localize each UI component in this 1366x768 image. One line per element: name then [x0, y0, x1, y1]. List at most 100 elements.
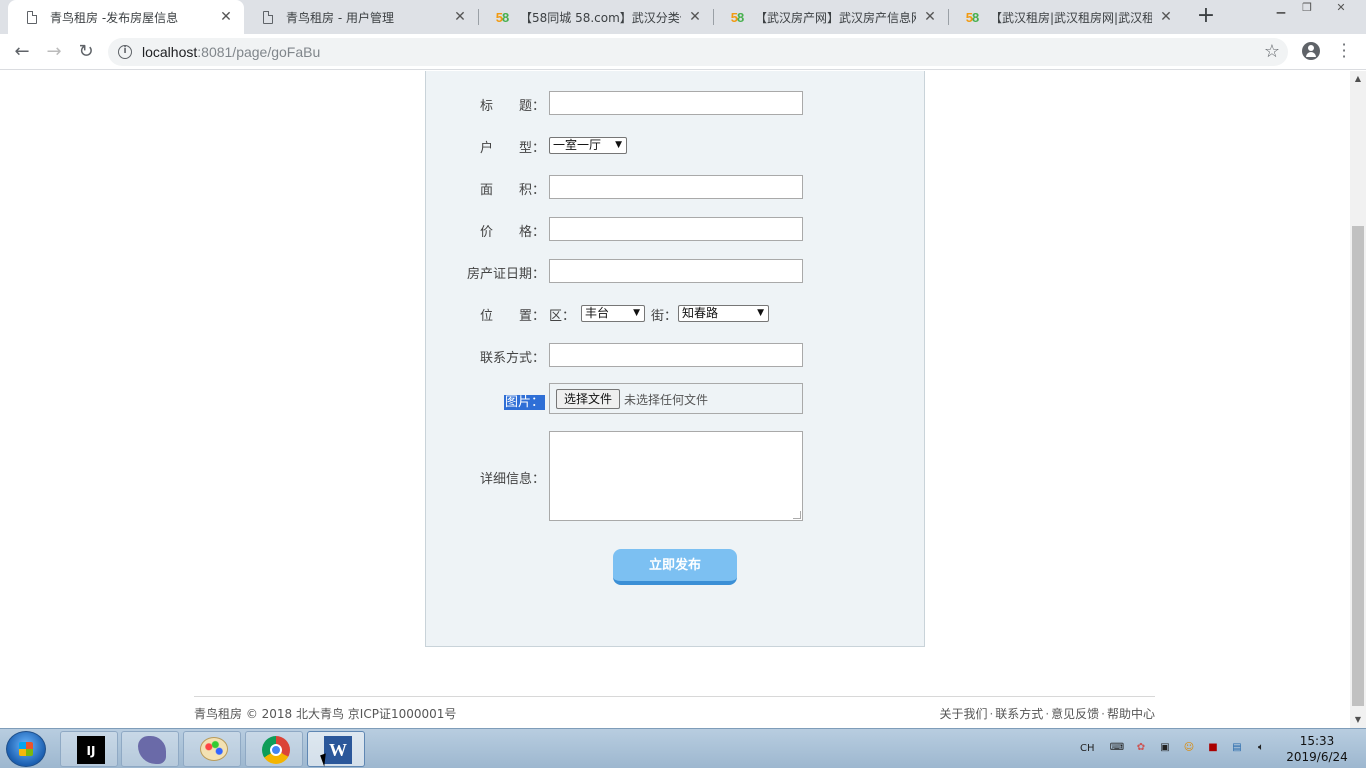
close-icon[interactable]: ✕ — [922, 9, 938, 25]
tab-title: 【58同城 58.com】武汉分类信 — [520, 10, 681, 25]
58-icon: 58 — [730, 9, 745, 25]
district-select[interactable]: 丰台 ▼ — [581, 305, 645, 322]
display-icon[interactable]: ▤ — [1228, 739, 1246, 757]
cert-date-row: 房产证日期： — [426, 259, 926, 283]
scroll-up-icon[interactable]: ▲ — [1350, 71, 1366, 87]
browser-tab-strip: 青鸟租房 -发布房屋信息 ✕ 青鸟租房 - 用户管理 ✕ 58 【58同城 58… — [0, 0, 1366, 34]
tab-user-management[interactable]: 青鸟租房 - 用户管理 ✕ — [244, 0, 478, 34]
footer-separator: · — [1101, 707, 1105, 721]
price-label: 价 格： — [479, 225, 545, 240]
publish-form: 标 题： 户 型： 一室一厅 ▼ 面 积： 价 格： 房产证日期： 位 置： 区… — [425, 71, 925, 647]
browser-toolbar: ← → ↻ i localhost:8081/page/goFaBu ☆ — [0, 34, 1366, 70]
image-file-input[interactable]: 选择文件 未选择任何文件 — [549, 383, 803, 414]
taskbar-word[interactable]: W — [307, 731, 365, 767]
taskbar-dolphin[interactable] — [121, 731, 179, 767]
dropdown-arrow-icon: ▼ — [633, 308, 640, 318]
dropdown-arrow-icon: ▼ — [615, 140, 622, 150]
contact-row: 联系方式： — [426, 343, 926, 367]
location-label: 位 置： — [479, 309, 545, 324]
price-row: 价 格： — [426, 217, 926, 241]
page-icon — [260, 9, 276, 25]
keyboard-icon[interactable]: ⌨ — [1108, 739, 1126, 757]
forward-icon[interactable]: → — [42, 40, 66, 64]
footer-separator: · — [989, 707, 994, 721]
window-close-icon[interactable]: ✕ — [1326, 0, 1356, 18]
tab-title: 青鸟租房 -发布房屋信息 — [50, 10, 179, 25]
tab-title: 【武汉房产网】武汉房产信息网 — [755, 10, 916, 25]
resize-handle-icon[interactable] — [793, 511, 801, 519]
details-label: 详细信息： — [479, 472, 545, 487]
clock-time: 15:33 — [1299, 734, 1335, 748]
taskbar-intellij[interactable]: IJ — [60, 731, 118, 767]
scroll-thumb[interactable] — [1352, 226, 1364, 706]
street-select[interactable]: 知春路 ▼ — [678, 305, 769, 322]
tab-wuhan-rent[interactable]: 58 【武汉租房|武汉租房网|武汉租 ✕ — [948, 0, 1184, 34]
58-icon: 58 — [965, 9, 980, 25]
page-viewport: 标 题： 户 型： 一室一厅 ▼ 面 积： 价 格： 房产证日期： 位 置： 区… — [0, 71, 1350, 728]
windows-taskbar: IJ W CH ⌨ ✿ ▣ ☺ ■ ▤ 🔈︎ 15:33 2019/6/24 — [0, 728, 1366, 768]
price-input[interactable] — [549, 217, 803, 241]
volume-icon[interactable]: 🔈︎ — [1252, 739, 1270, 757]
notification-app-icon[interactable]: ☺ — [1180, 739, 1198, 757]
area-row: 面 积： — [426, 175, 926, 199]
network-icon[interactable]: ▣ — [1156, 739, 1174, 757]
page-icon — [24, 9, 40, 25]
district-label: 区： — [549, 309, 576, 324]
menu-icon[interactable]: · · · — [1338, 37, 1350, 65]
close-icon[interactable]: ✕ — [687, 9, 703, 25]
choose-file-button[interactable]: 选择文件 — [556, 389, 620, 409]
title-input[interactable] — [549, 91, 803, 115]
image-label-wrap: 图片： — [503, 391, 545, 410]
bookmark-star-icon[interactable]: ☆ — [1264, 41, 1280, 62]
no-file-text: 未选择任何文件 — [624, 393, 709, 407]
tab-wuhan-realestate[interactable]: 58 【武汉房产网】武汉房产信息网 ✕ — [713, 0, 948, 34]
footer-link-feedback[interactable]: 意见反馈 — [1051, 707, 1099, 721]
contact-label: 联系方式： — [479, 351, 545, 366]
back-icon[interactable]: ← — [10, 40, 34, 64]
taskbar-chrome[interactable] — [245, 731, 303, 767]
title-row: 标 题： — [426, 91, 926, 115]
paint-icon — [200, 737, 228, 761]
dropdown-arrow-icon: ▼ — [757, 308, 764, 318]
contact-input[interactable] — [549, 343, 803, 367]
street-label: 街： — [651, 309, 678, 324]
footer-links: 关于我们 · 联系方式 · 意见反馈 · 帮助中心 — [939, 705, 1155, 722]
cert-date-input[interactable] — [549, 259, 803, 283]
reload-icon[interactable]: ↻ — [74, 40, 98, 64]
area-input[interactable] — [549, 175, 803, 199]
location-row: 位 置： 区： 丰台 ▼ 街： 知春路 ▼ — [426, 301, 926, 325]
flower-app-icon[interactable]: ✿ — [1132, 739, 1150, 757]
footer-link-help[interactable]: 帮助中心 — [1107, 707, 1155, 721]
minimize-icon[interactable]: ▁ — [1268, 0, 1294, 18]
restore-icon[interactable]: ❐ — [1294, 0, 1320, 18]
start-button[interactable] — [6, 731, 46, 767]
tab-title: 【武汉租房|武汉租房网|武汉租 — [990, 10, 1152, 25]
title-label: 标 题： — [479, 99, 545, 114]
details-row: 详细信息： — [426, 431, 926, 521]
system-clock[interactable]: 15:33 2019/6/24 — [1282, 733, 1352, 765]
layout-select[interactable]: 一室一厅 ▼ — [549, 137, 627, 154]
info-icon[interactable]: i — [118, 45, 132, 59]
publish-button[interactable]: 立即发布 — [613, 549, 737, 585]
details-textarea[interactable] — [549, 431, 803, 521]
close-icon[interactable]: ✕ — [452, 9, 468, 25]
footer-copyright: 青鸟租房 © 2018 北大青鸟 京ICP证1000001号 — [194, 707, 457, 721]
footer-link-about[interactable]: 关于我们 — [939, 707, 987, 721]
close-icon[interactable]: ✕ — [218, 9, 234, 25]
tab-publish-house[interactable]: 青鸟租房 -发布房屋信息 ✕ — [8, 0, 244, 34]
security-icon[interactable]: ■ — [1204, 739, 1222, 757]
scroll-down-icon[interactable]: ▼ — [1350, 712, 1366, 728]
close-icon[interactable]: ✕ — [1158, 9, 1174, 25]
area-label: 面 积： — [479, 183, 545, 198]
new-tab-button[interactable]: + — [1194, 5, 1218, 29]
footer-link-contact[interactable]: 联系方式 — [995, 707, 1043, 721]
page-scrollbar[interactable]: ▲ ▼ — [1350, 71, 1366, 728]
tab-58-wuhan[interactable]: 58 【58同城 58.com】武汉分类信 ✕ — [478, 0, 713, 34]
taskbar-paint[interactable] — [183, 731, 241, 767]
language-indicator[interactable]: CH — [1080, 743, 1102, 754]
cert-date-label: 房产证日期： — [466, 267, 545, 282]
chrome-icon — [262, 736, 290, 764]
profile-icon[interactable] — [1302, 42, 1320, 60]
footer-separator: · — [1045, 707, 1050, 721]
address-bar[interactable]: i localhost:8081/page/goFaBu ☆ — [108, 38, 1288, 66]
